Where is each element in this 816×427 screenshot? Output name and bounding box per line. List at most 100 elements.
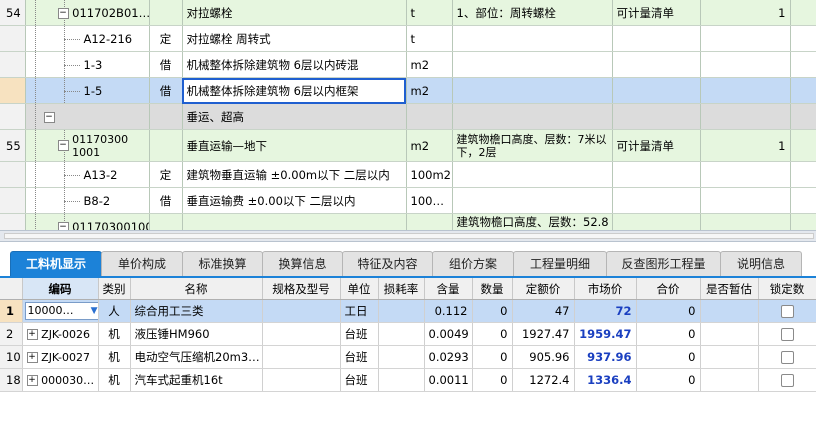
collapse-toggle-icon[interactable]: − (57, 7, 69, 19)
code-cell[interactable]: B8-2 (25, 187, 150, 214)
item-category[interactable]: 借 (149, 51, 183, 78)
tab-4[interactable]: 换算信息 (262, 251, 343, 277)
item-feature[interactable] (452, 77, 613, 104)
item-feature[interactable]: 1、部位：周转螺栓 (452, 0, 613, 26)
bill-row[interactable]: − 01170300100 建筑物檐口高度、层数：52.8 (0, 213, 816, 230)
item-name[interactable]: 垂直运输费 ±0.00以下 二层以内 (182, 187, 407, 214)
tab-1[interactable]: 工料机显示 (10, 251, 102, 277)
item-feature[interactable] (452, 103, 613, 130)
market-price[interactable]: 1336.4 (574, 368, 637, 392)
quota-price[interactable]: 47 (512, 299, 575, 323)
total-price[interactable]: 0 (636, 368, 701, 392)
item-feature[interactable] (452, 51, 613, 78)
tab-8[interactable]: 反查图形工程量 (606, 251, 721, 277)
code-cell[interactable]: − 01170300100 (25, 213, 150, 230)
provisional-flag[interactable] (700, 345, 759, 369)
resource-name[interactable]: 综合用工三类 (130, 299, 263, 323)
code-cell[interactable]: − 011702B01… (25, 0, 150, 26)
lock-checkbox[interactable] (780, 328, 794, 341)
code-cell[interactable]: − (25, 103, 150, 130)
item-unit[interactable]: m2 (406, 51, 453, 78)
item-feature[interactable]: 建筑物檐口高度、层数：7米以下，2层 (452, 129, 613, 162)
item-quantity[interactable] (700, 161, 791, 188)
item-category[interactable]: 定 (149, 161, 183, 188)
resource-content[interactable]: 0.0293 (424, 345, 473, 369)
item-unit[interactable]: t (406, 25, 453, 52)
resource-content[interactable]: 0.112 (424, 299, 473, 323)
item-unit[interactable] (406, 103, 453, 130)
item-rule[interactable] (612, 25, 701, 52)
resource-unit[interactable]: 台班 (340, 368, 379, 392)
item-feature[interactable] (452, 161, 613, 188)
column-header[interactable]: 含量 (424, 278, 473, 300)
tab-3[interactable]: 标准换算 (182, 251, 263, 277)
item-name[interactable] (182, 213, 407, 230)
item-rule[interactable] (612, 213, 701, 230)
bill-row[interactable]: − 垂运、超高 (0, 103, 816, 130)
collapse-toggle-icon[interactable]: − (57, 221, 69, 230)
code-editor[interactable]: 10000… ▼ (24, 302, 97, 320)
lock-checkbox[interactable] (780, 374, 794, 387)
item-category[interactable]: 借 (149, 187, 183, 214)
item-name[interactable]: 机械整体拆除建筑物 6层以内砖混 (182, 51, 407, 78)
item-quantity[interactable] (700, 77, 791, 104)
resource-amount[interactable]: 0 (472, 299, 513, 323)
item-quantity[interactable] (700, 103, 791, 130)
item-name[interactable]: 垂直运输—地下 (182, 129, 407, 162)
resource-spec[interactable] (262, 345, 341, 369)
item-quantity[interactable] (700, 213, 791, 230)
resource-category[interactable]: 机 (98, 368, 131, 392)
tab-5[interactable]: 特征及内容 (342, 251, 433, 277)
code-cell[interactable]: 1-5 (25, 77, 150, 104)
resource-row[interactable]: 10 + ZJK-0027 机电动空气压缩机20m3… 台班 0.0293 0 905.96… (0, 345, 816, 369)
column-header[interactable]: 合价 (636, 278, 701, 300)
item-rule[interactable] (612, 51, 701, 78)
item-rule[interactable] (612, 161, 701, 188)
lock-cell[interactable] (758, 322, 816, 346)
item-rule[interactable]: 可计量清单 (612, 129, 701, 162)
resource-code[interactable]: + ZJK-0026 (22, 322, 99, 346)
item-rule[interactable]: 可计量清单 (612, 0, 701, 26)
code-cell[interactable]: A12-216 (25, 25, 150, 52)
bill-row[interactable]: B8-2 借垂直运输费 ±0.00以下 二层以内 100… (0, 187, 816, 214)
provisional-flag[interactable] (700, 322, 759, 346)
total-price[interactable]: 0 (636, 322, 701, 346)
column-header[interactable]: 是否暂估 (700, 278, 759, 300)
resource-row[interactable]: 18 + 000030… 机汽车式起重机16t 台班 0.0011 0 1272.4 1336… (0, 368, 816, 392)
quota-price[interactable]: 1927.47 (512, 322, 575, 346)
resource-code[interactable]: + 000030… (22, 368, 99, 392)
resource-row[interactable]: 2 + ZJK-0026 机液压锤HM960 台班 0.0049 0 1927.47 1959… (0, 322, 816, 346)
loss-rate[interactable] (378, 322, 425, 346)
tab-2[interactable]: 单价构成 (101, 251, 183, 277)
item-quantity[interactable]: 1 (700, 129, 791, 162)
item-category[interactable]: 借 (149, 77, 183, 104)
item-name[interactable]: 对拉螺栓 (182, 0, 407, 26)
column-header[interactable]: 规格及型号 (262, 278, 341, 300)
item-name[interactable]: 垂运、超高 (182, 103, 407, 130)
column-header[interactable]: 编码 (22, 278, 99, 300)
expand-icon[interactable]: + (26, 329, 38, 340)
total-price[interactable]: 0 (636, 345, 701, 369)
resource-amount[interactable]: 0 (472, 368, 513, 392)
resource-unit[interactable]: 台班 (340, 345, 379, 369)
bill-row[interactable]: 54− 011702B01… 对拉螺栓 t 1、部位：周转螺栓 可计量清单 1 (0, 0, 816, 26)
column-header[interactable] (0, 278, 23, 300)
resource-name[interactable]: 汽车式起重机16t (130, 368, 263, 392)
item-quantity[interactable] (700, 51, 791, 78)
item-quantity[interactable] (700, 187, 791, 214)
column-header[interactable]: 数量 (472, 278, 513, 300)
resource-category[interactable]: 机 (98, 345, 131, 369)
item-unit[interactable]: 100… (406, 187, 453, 214)
item-category[interactable] (149, 213, 183, 230)
bill-row[interactable]: A12-216 定对拉螺栓 周转式 t (0, 25, 816, 52)
pane-splitter[interactable] (0, 230, 816, 242)
lock-cell[interactable] (758, 368, 816, 392)
column-header[interactable]: 市场价 (574, 278, 637, 300)
code-cell[interactable]: − 011703001001 (25, 129, 150, 162)
resource-code[interactable]: 10000… ▼ (22, 299, 99, 323)
bill-row[interactable]: 55− 011703001001 垂直运输—地下 m2 建筑物檐口高度、层数：7米以下… (0, 129, 816, 162)
code-cell[interactable]: 1-3 (25, 51, 150, 78)
resource-amount[interactable]: 0 (472, 322, 513, 346)
resource-content[interactable]: 0.0011 (424, 368, 473, 392)
provisional-flag[interactable] (700, 368, 759, 392)
